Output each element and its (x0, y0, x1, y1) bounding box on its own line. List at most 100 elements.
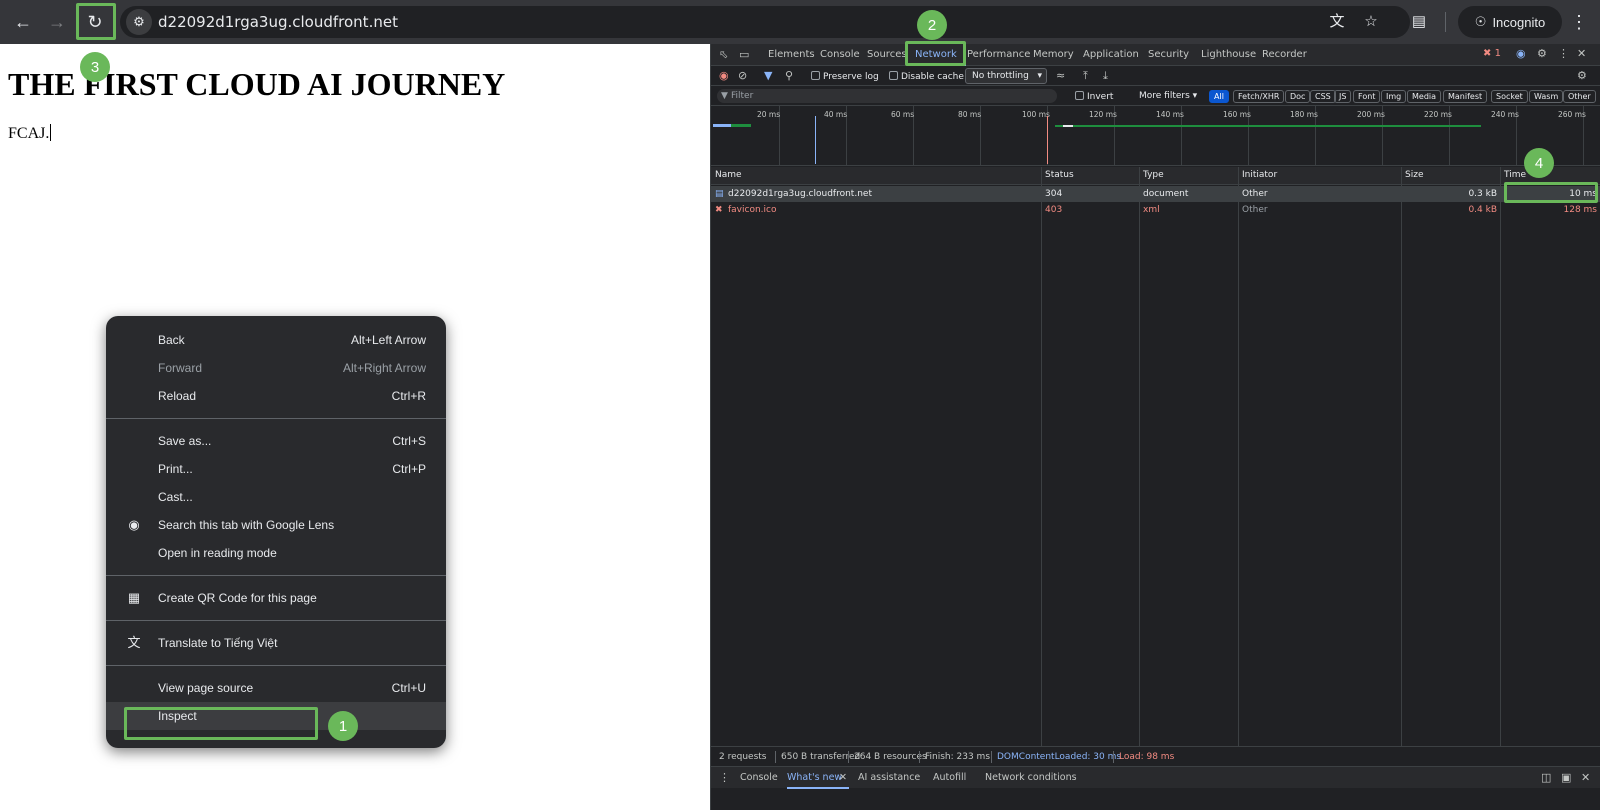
timeline-label: 260 ms (1558, 110, 1586, 119)
request-initiator: Other (1242, 189, 1268, 199)
record-stop-icon[interactable]: ◉ (719, 69, 729, 82)
device-toolbar-icon[interactable]: ▭ (739, 48, 749, 61)
menu-item-forward[interactable]: Forward Alt+Right Arrow (106, 354, 446, 382)
invert-checkbox[interactable]: Invert (1075, 91, 1113, 102)
tab-memory[interactable]: Memory (1033, 49, 1074, 60)
tab-application[interactable]: Application (1083, 49, 1139, 60)
throttling-select[interactable]: No throttling ▾ (965, 68, 1047, 84)
tab-lighthouse[interactable]: Lighthouse (1201, 49, 1256, 60)
table-row[interactable]: ✖ favicon.ico 403 xml Other 0.4 kB 128 m… (711, 202, 1600, 218)
filter-input[interactable]: ▼ Filter (717, 89, 1057, 103)
inspect-element-icon[interactable]: ⬁ (719, 48, 728, 61)
menu-item-save-as[interactable]: Save as... Ctrl+S (106, 427, 446, 455)
close-whats-new-icon[interactable]: ✕ (839, 772, 847, 783)
filter-chip-doc[interactable]: Doc (1285, 90, 1311, 103)
filter-chip-js[interactable]: JS (1334, 90, 1352, 103)
throttling-value: No throttling (972, 71, 1029, 81)
checkbox-box (811, 71, 820, 80)
filter-bar: ▼ Filter Invert More filters ▾ All Fetch/… (711, 86, 1600, 106)
filter-funnel-icon[interactable]: ▼ (764, 69, 772, 82)
filter-chip-wasm[interactable]: Wasm (1529, 90, 1564, 103)
tab-performance[interactable]: Performance (967, 49, 1030, 60)
filter-chip-css[interactable]: CSS (1310, 90, 1336, 103)
filter-chip-socket[interactable]: Socket (1491, 90, 1528, 103)
menu-item-reading-mode[interactable]: Open in reading mode (106, 539, 446, 567)
column-header-time[interactable]: Time (1504, 170, 1526, 180)
bookmark-star-icon[interactable]: ☆ (1360, 11, 1382, 33)
disable-cache-checkbox[interactable]: Disable cache (889, 71, 964, 82)
menu-item-print[interactable]: Print... Ctrl+P (106, 455, 446, 483)
translate-icon: 文 (127, 635, 141, 650)
tab-recorder[interactable]: Recorder (1262, 49, 1307, 60)
filter-chip-font[interactable]: Font (1353, 90, 1381, 103)
column-header-initiator[interactable]: Initiator (1242, 170, 1277, 180)
import-har-icon[interactable]: ⤒ (1083, 69, 1088, 83)
table-row[interactable]: ▤ d22092d1rga3ug.cloudfront.net 304 docu… (711, 186, 1600, 202)
error-counter[interactable]: ✖ 1 (1483, 48, 1501, 59)
menu-label: Translate to Tiếng Việt (158, 636, 278, 650)
checkbox-box (1075, 91, 1084, 100)
filter-chip-fetch-xhr[interactable]: Fetch/XHR (1233, 90, 1285, 103)
settings-gear-icon[interactable]: ⚙ (1537, 47, 1547, 60)
menu-item-qr-code[interactable]: ▦ Create QR Code for this page (106, 584, 446, 612)
tab-console[interactable]: Console (820, 49, 860, 60)
incognito-badge[interactable]: ☉ Incognito (1458, 6, 1562, 38)
tab-sources[interactable]: Sources (867, 49, 907, 60)
filter-chip-all[interactable]: All (1209, 90, 1229, 103)
filter-chip-manifest[interactable]: Manifest (1443, 90, 1488, 103)
timeline-label: 180 ms (1290, 110, 1318, 119)
drawer-tab-whats-new[interactable]: What's new (787, 772, 842, 783)
ai-assistant-icon[interactable]: ◉ (1516, 47, 1526, 60)
dock-side-icon[interactable]: ◫ (1541, 771, 1551, 784)
drawer-tab-network-conditions[interactable]: Network conditions (985, 772, 1077, 783)
forward-arrow-icon[interactable]: → (42, 7, 72, 37)
menu-item-cast[interactable]: Cast... (106, 483, 446, 511)
address-bar[interactable]: ⚙ d22092d1rga3ug.cloudfront.net 文 ☆ (120, 6, 1410, 38)
drawer-tab-console[interactable]: Console (740, 772, 778, 783)
close-devtools-icon[interactable]: ✕ (1577, 47, 1586, 60)
page-text-value: FCAJ. (8, 125, 50, 142)
address-url[interactable]: d22092d1rga3ug.cloudfront.net (158, 13, 398, 31)
menu-item-google-lens[interactable]: ◉ Search this tab with Google Lens (106, 511, 446, 539)
tab-security[interactable]: Security (1148, 49, 1189, 60)
undock-drawer-icon[interactable]: ▣ (1561, 771, 1571, 784)
tab-elements[interactable]: Elements (768, 49, 815, 60)
drawer-tab-autofill[interactable]: Autofill (933, 772, 966, 783)
filter-chip-media[interactable]: Media (1407, 90, 1442, 103)
extensions-icon[interactable]: ▤ (1408, 11, 1430, 33)
network-overview-timeline[interactable]: 20 ms 40 ms 60 ms 80 ms 100 ms 120 ms 14… (711, 106, 1600, 166)
translate-icon[interactable]: 文 (1326, 11, 1348, 33)
export-har-icon[interactable]: ⤓ (1103, 69, 1108, 83)
menu-item-back[interactable]: Back Alt+Left Arrow (106, 326, 446, 354)
menu-item-reload[interactable]: Reload Ctrl+R (106, 382, 446, 410)
close-drawer-icon[interactable]: ✕ (1581, 771, 1590, 784)
preserve-log-checkbox[interactable]: Preserve log (811, 71, 879, 82)
page-text: FCAJ. (8, 124, 52, 143)
network-conditions-icon[interactable]: ≈ (1056, 69, 1065, 82)
drawer-tab-ai-assistance[interactable]: AI assistance (858, 772, 920, 783)
column-header-size[interactable]: Size (1405, 170, 1423, 180)
search-icon[interactable]: ⚲ (785, 69, 793, 82)
step-badge-3: 3 (80, 52, 110, 82)
site-settings-icon[interactable]: ⚙ (126, 9, 152, 35)
network-settings-icon[interactable]: ⚙ (1577, 69, 1587, 82)
column-header-type[interactable]: Type (1143, 170, 1164, 180)
menu-item-view-source[interactable]: View page source Ctrl+U (106, 674, 446, 702)
devtools-menu-icon[interactable]: ⋮ (1558, 47, 1569, 60)
incognito-label: Incognito (1492, 14, 1546, 30)
more-filters-dropdown[interactable]: More filters ▾ (1139, 91, 1197, 101)
kebab-menu-icon[interactable]: ⋮ (1564, 7, 1594, 37)
menu-item-translate[interactable]: 文 Translate to Tiếng Việt (106, 629, 446, 657)
clear-icon[interactable]: ⊘ (738, 69, 747, 82)
back-arrow-icon[interactable]: ← (8, 7, 38, 37)
summary-finish: Finish: 233 ms (925, 752, 991, 762)
column-header-name[interactable]: Name (715, 170, 742, 180)
filter-chip-other[interactable]: Other (1563, 90, 1596, 103)
filter-chip-img[interactable]: Img (1381, 90, 1407, 103)
column-header-status[interactable]: Status (1045, 170, 1074, 180)
drawer-menu-icon[interactable]: ⋮ (719, 771, 730, 784)
request-size: 0.4 kB (1468, 205, 1497, 215)
timeline-label: 120 ms (1089, 110, 1117, 119)
timeline-label: 60 ms (891, 110, 915, 119)
request-size: 0.3 kB (1468, 189, 1497, 199)
